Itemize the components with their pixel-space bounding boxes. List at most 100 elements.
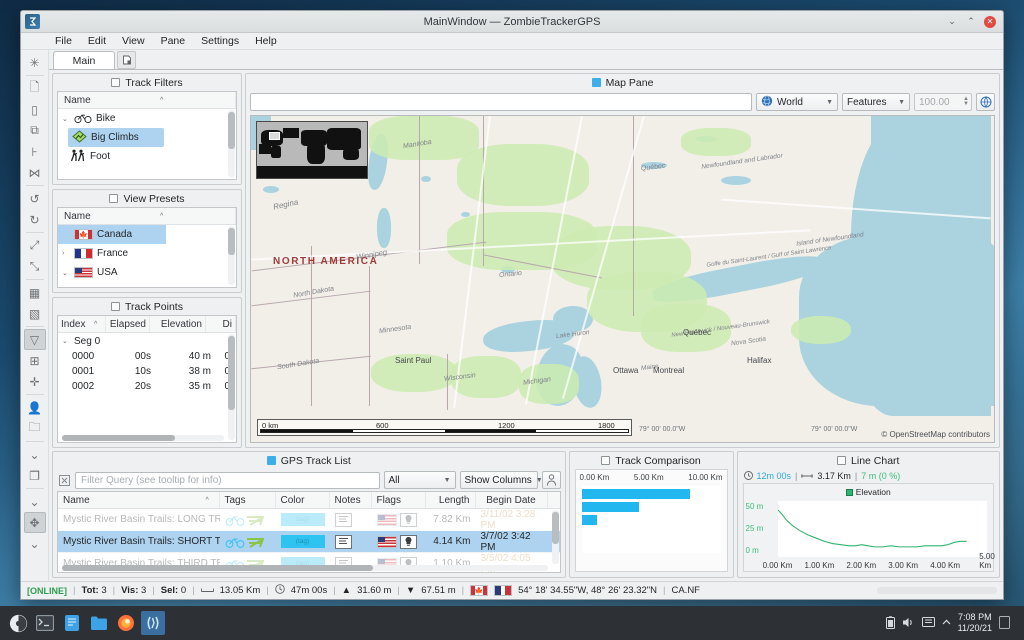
new-tab-button[interactable] [117,51,136,69]
view-preset-row-canada[interactable]: 🍁 Canada [58,225,166,244]
table-row[interactable]: 0000 00s 40 m 0 [58,349,236,364]
battery-icon[interactable] [886,616,895,631]
collapse-icon[interactable]: ⤡ [24,256,46,277]
status-scrollbar[interactable] [877,587,997,594]
lamp-icon[interactable] [400,513,417,527]
map-region-select[interactable]: World ▼ [756,93,838,111]
chevron-down-icon-2[interactable]: ⌄ [24,491,46,512]
view-preset-row-partial[interactable] [58,282,236,287]
menu-edit[interactable]: Edit [80,34,114,48]
chevron-down-icon[interactable]: ⌄ [24,444,46,465]
show-hidden-icon[interactable] [942,618,951,629]
map-pane-checkbox[interactable] [592,78,601,87]
target-icon[interactable]: ✛ [24,371,46,392]
table-row[interactable]: Mystic River Basin Trails: LONG TRACK(ta… [58,509,560,531]
tab-main[interactable]: Main [53,51,115,69]
view-preset-row-usa[interactable]: ⌄ USA [58,263,236,282]
layout-icon[interactable]: ⊞ [24,350,46,371]
map-features-select[interactable]: Features ▼ [842,93,910,111]
network-icon[interactable] [922,616,935,630]
redo-icon[interactable]: ↻ [24,209,46,230]
cell-color[interactable]: (tag) [276,531,330,552]
person-button[interactable] [542,471,561,489]
track-points-hscrollbar[interactable] [62,435,224,441]
view-preset-row-france[interactable]: › France [58,244,236,263]
filter-icon[interactable]: ▽ [24,329,46,350]
show-columns-select[interactable]: Show Columns ▼ [460,471,538,489]
column-flags[interactable]: Flags [372,492,426,508]
expander-icon[interactable]: › [62,250,70,257]
menu-file[interactable]: File [47,34,80,48]
track-points-group[interactable]: ⌄ Seg 0 [58,333,236,349]
open-file-icon[interactable]: 🗋 [24,78,46,99]
track-filter-row-big-climbs[interactable]: Big Climbs [68,128,164,147]
track-filter-row-foot[interactable]: Foot [58,147,236,166]
map-zoom-spinbox[interactable]: 100.00 ▲▼ [914,93,972,111]
volume-icon[interactable] [902,616,915,631]
cell-color[interactable]: (tag) [276,509,330,530]
view-presets-scrollbar[interactable] [228,226,235,285]
table-row[interactable]: Mystic River Basin Trails: SHORT TRACK(t… [58,531,560,553]
firefox-icon[interactable] [114,611,138,635]
track-filters-checkbox[interactable] [111,78,120,87]
undo-icon[interactable]: ↺ [24,188,46,209]
view-presets-checkbox[interactable] [109,194,118,203]
column-notes[interactable]: Notes [330,492,372,508]
track-comparison-checkbox[interactable] [601,456,610,465]
scope-select[interactable]: All ▼ [384,471,456,489]
menu-view[interactable]: View [114,34,153,48]
new-icon[interactable]: ✳ [24,52,46,73]
track-filters-scrollbar[interactable] [228,110,235,177]
table-row[interactable]: 0002 20s 35 m 0 [58,379,236,394]
track-comparison-chart[interactable]: 0.00 Km 5.00 Km 10.00 Km [575,469,728,572]
line-chart-plot[interactable]: Elevation 50 m 25 m 0 m 0.00 Km1.00 Km2.… [743,483,995,572]
line-chart-checkbox[interactable] [837,456,846,465]
kde-launcher-icon[interactable] [6,611,30,635]
lamp-icon[interactable] [400,535,417,549]
taskbar-clock[interactable]: 7:08 PM 11/20/21 [958,612,992,634]
track-points-vscrollbar[interactable] [228,334,235,440]
save-icon[interactable]: ▯ [24,99,46,120]
zombietrackergps-icon[interactable] [141,611,165,635]
column-name[interactable]: Name ^ [58,92,174,108]
dolphin-icon[interactable] [60,611,84,635]
files-icon[interactable] [87,611,111,635]
window-icon[interactable]: ❐ [24,465,46,486]
expand-icon[interactable]: ⤢ [24,235,46,256]
track-filter-row-bike[interactable]: ⌄ Bike [58,109,236,128]
map-search-input[interactable] [250,93,752,111]
column-index[interactable]: Index ^ [58,316,106,332]
gps-table-hscrollbar[interactable] [62,565,548,571]
gps-track-list-checkbox[interactable] [267,456,276,465]
merge-icon[interactable]: ⊦ [24,141,46,162]
menu-help[interactable]: Help [247,34,285,48]
column-length[interactable]: Length [426,492,476,508]
table-row[interactable]: 0001 10s 38 m 0 [58,364,236,379]
column-name[interactable]: Name ^ [58,208,174,224]
gps-table-vscrollbar[interactable] [552,510,559,564]
show-desktop-button[interactable] [999,616,1010,631]
chevron-down-icon-3[interactable]: ⌄ [24,533,46,554]
map-globe-button[interactable] [976,93,995,111]
column-tags[interactable]: Tags [220,492,276,508]
clear-filter-icon[interactable] [57,473,71,487]
column-name[interactable]: Name ^ [58,492,220,508]
track-points-checkbox[interactable] [111,302,120,311]
map-overview-inset[interactable] [256,121,368,179]
menu-settings[interactable]: Settings [193,34,247,48]
person-icon[interactable]: 👤 [24,397,46,418]
column-begin-date[interactable]: Begin Date [476,492,548,508]
filter-query-input[interactable]: Filter Query (see tooltip for info) [75,472,380,489]
map-canvas[interactable]: NORTH AMERICA ManitobaReginaWinnipegOnta… [250,115,995,443]
expander-icon[interactable]: ⌄ [62,337,70,345]
column-di[interactable]: Di [206,316,236,332]
note-icon[interactable] [335,535,352,549]
expander-icon[interactable]: ⌄ [62,115,70,123]
terminal-icon[interactable] [33,611,57,635]
column-elapsed[interactable]: Elapsed [106,316,150,332]
note-icon[interactable] [335,513,352,527]
column-elevation[interactable]: Elevation [150,316,206,332]
move-icon[interactable]: ✥ [24,512,46,533]
menu-pane[interactable]: Pane [153,34,194,48]
expander-icon[interactable]: ⌄ [62,269,70,277]
